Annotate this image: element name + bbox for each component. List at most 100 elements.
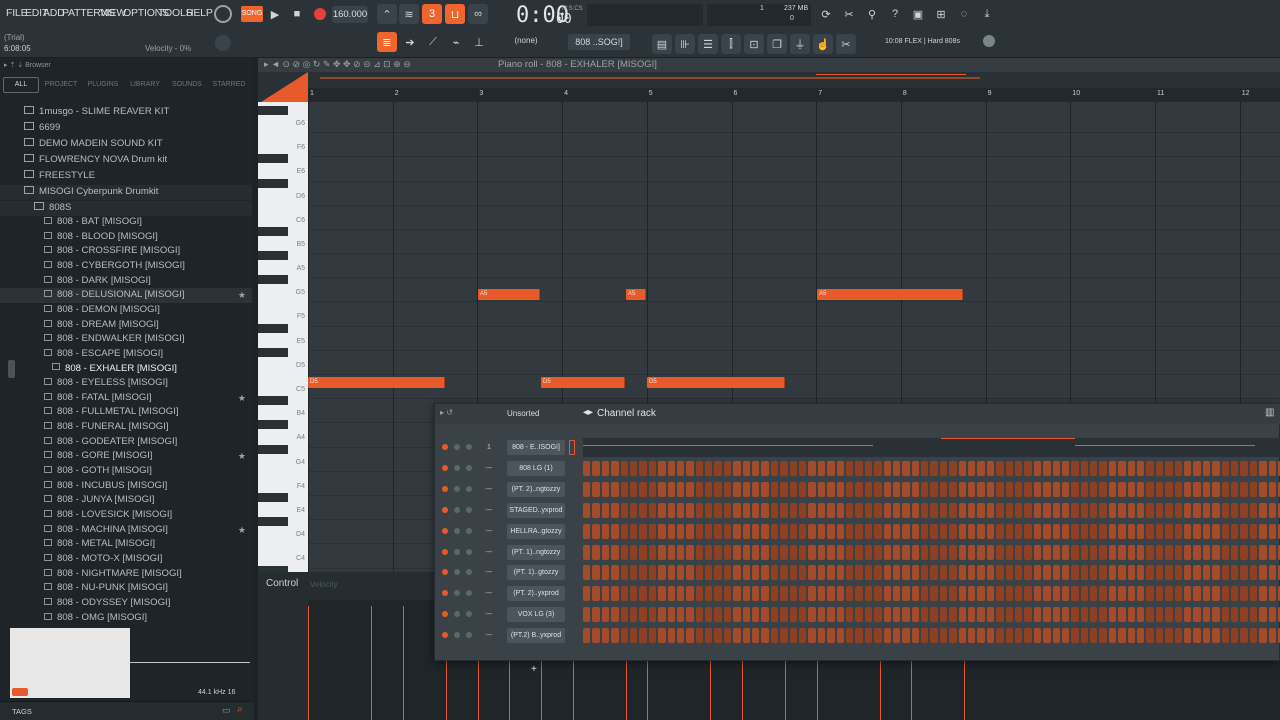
channel-name-button[interactable]: (PT. 2)..yxprod (507, 586, 565, 602)
step-button[interactable] (780, 565, 788, 581)
step-button[interactable] (968, 607, 976, 623)
step-button[interactable] (864, 628, 873, 644)
step-button[interactable] (1024, 523, 1032, 539)
pan-knob[interactable] (454, 590, 460, 597)
step-button[interactable] (592, 523, 600, 539)
step-button[interactable] (958, 628, 967, 644)
step-button[interactable] (752, 460, 760, 476)
step-button[interactable] (958, 607, 967, 623)
step-button[interactable] (770, 565, 779, 581)
step-button[interactable] (705, 586, 713, 602)
step-button[interactable] (770, 586, 779, 602)
step-button[interactable] (892, 544, 901, 560)
download-icon[interactable]: ⤓ (977, 4, 997, 24)
step-button[interactable] (864, 544, 873, 560)
step-button[interactable] (705, 628, 713, 644)
step-button[interactable] (798, 628, 807, 644)
countdown-icon[interactable]: 3 (422, 4, 442, 24)
step-button[interactable] (977, 460, 985, 476)
channel-led[interactable] (442, 444, 448, 450)
step-button[interactable] (1043, 544, 1051, 560)
step-button[interactable] (808, 586, 816, 602)
rack-graph-icon[interactable]: ▥ (1265, 407, 1274, 418)
step-button[interactable] (648, 544, 657, 560)
step-button[interactable] (1155, 502, 1164, 518)
step-button[interactable] (1193, 460, 1201, 476)
step-button[interactable] (911, 523, 920, 539)
step-button[interactable] (1099, 460, 1107, 476)
file-item[interactable]: 808 - OMG [MISOGI] (0, 611, 252, 626)
step-button[interactable] (667, 586, 675, 602)
volume-knob[interactable] (466, 464, 472, 471)
step-button[interactable] (658, 502, 666, 518)
step-button[interactable] (714, 607, 722, 623)
step-button[interactable] (752, 481, 760, 497)
midi-note[interactable]: A5 (817, 289, 963, 300)
step-button[interactable] (1165, 586, 1173, 602)
step-button[interactable] (1024, 502, 1032, 518)
copy-view-icon[interactable]: ❐ (767, 34, 787, 54)
step-button[interactable] (902, 607, 910, 623)
step-button[interactable] (996, 460, 1004, 476)
tab-plugins[interactable]: PLUGINS (83, 77, 123, 93)
step-button[interactable] (930, 544, 938, 560)
step-button[interactable] (996, 607, 1004, 623)
step-button[interactable] (1259, 460, 1267, 476)
file-item[interactable]: 808 - METAL [MISOGI] (0, 537, 252, 552)
step-button[interactable] (705, 502, 713, 518)
step-button[interactable] (658, 544, 666, 560)
step-button[interactable] (639, 481, 647, 497)
step-button[interactable] (911, 565, 920, 581)
step-button[interactable] (1071, 607, 1079, 623)
volume-knob[interactable] (466, 611, 472, 618)
step-button[interactable] (911, 502, 920, 518)
step-button[interactable] (658, 523, 666, 539)
step-button[interactable] (1005, 607, 1013, 623)
brush-tool-icon[interactable]: ⟋ (423, 32, 443, 52)
step-button[interactable] (1240, 586, 1248, 602)
step-button[interactable] (1043, 523, 1051, 539)
step-button[interactable] (1137, 544, 1145, 560)
file-item[interactable]: 808 - DARK [MISOGI] (0, 274, 252, 289)
step-button[interactable] (874, 565, 882, 581)
step-button[interactable] (1268, 481, 1276, 497)
step-button[interactable] (583, 586, 591, 602)
preview-play-icon[interactable] (12, 688, 28, 696)
step-button[interactable] (958, 544, 967, 560)
step-button[interactable] (611, 607, 619, 623)
channel-name-button[interactable]: 808 LG (1) (507, 460, 565, 476)
step-button[interactable] (1099, 628, 1107, 644)
step-button[interactable] (798, 607, 807, 623)
step-button[interactable] (770, 523, 779, 539)
step-button[interactable] (808, 460, 816, 476)
step-button[interactable] (789, 565, 797, 581)
step-button[interactable] (705, 565, 713, 581)
step-button[interactable] (1127, 586, 1136, 602)
step-button[interactable] (648, 628, 657, 644)
file-item[interactable]: 808 - FUNERAL [MISOGI] (0, 420, 252, 435)
channel-led[interactable] (442, 464, 448, 471)
step-button[interactable] (1146, 460, 1154, 476)
mic-icon[interactable]: ⚲ (862, 4, 882, 24)
step-button[interactable] (1240, 481, 1248, 497)
step-button[interactable] (1249, 481, 1258, 497)
folder-item[interactable]: MISOGI Cyberpunk Drumkit (0, 185, 252, 200)
step-button[interactable] (836, 502, 844, 518)
mixer-track[interactable]: --- (481, 587, 497, 600)
step-button[interactable] (648, 565, 657, 581)
step-button[interactable] (930, 502, 938, 518)
step-button[interactable] (1127, 628, 1136, 644)
step-button[interactable] (1230, 607, 1239, 623)
step-button[interactable] (1108, 628, 1117, 644)
step-button[interactable] (1099, 523, 1107, 539)
step-button[interactable] (695, 481, 704, 497)
step-button[interactable] (742, 628, 751, 644)
step-button[interactable] (1099, 586, 1107, 602)
step-button[interactable] (921, 586, 929, 602)
step-button[interactable] (958, 586, 967, 602)
step-button[interactable] (930, 586, 938, 602)
step-button[interactable] (1184, 523, 1192, 539)
step-button[interactable] (761, 502, 769, 518)
step-button[interactable] (1071, 586, 1079, 602)
step-button[interactable] (874, 481, 882, 497)
